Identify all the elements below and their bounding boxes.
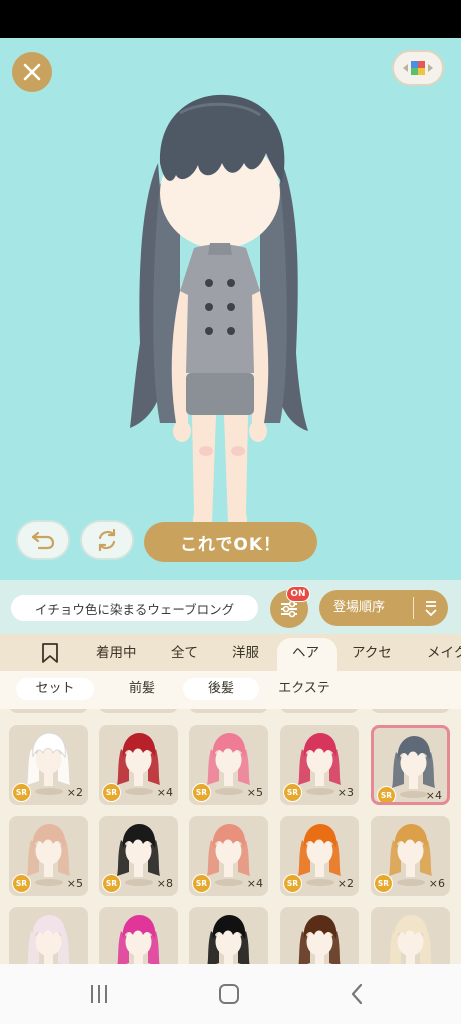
hair-preview-icon xyxy=(298,824,341,877)
avatar-stage: これでOK！ xyxy=(0,38,461,580)
hair-item-card[interactable]: SR ×4 xyxy=(99,725,178,805)
hair-item-card[interactable]: SR ×2 xyxy=(9,725,88,805)
hair-item-card[interactable]: SR ×4 xyxy=(189,816,268,896)
item-count: ×4 xyxy=(246,877,263,890)
hair-item-card[interactable] xyxy=(280,907,359,964)
subtab-extensions[interactable]: エクステ xyxy=(268,678,340,700)
hair-preview-icon xyxy=(117,915,160,964)
hair-item-card[interactable] xyxy=(99,907,178,964)
tab-clothes[interactable]: 洋服 xyxy=(232,634,259,671)
system-nav-bar xyxy=(0,964,461,1024)
item-card-partial[interactable] xyxy=(9,709,88,713)
item-card-partial[interactable] xyxy=(371,709,450,713)
tab-accessories[interactable]: アクセ xyxy=(352,634,392,671)
close-icon xyxy=(23,63,41,81)
tab-wearing[interactable]: 着用中 xyxy=(96,634,137,671)
item-card-partial[interactable] xyxy=(189,709,268,713)
hair-preview-icon xyxy=(389,824,432,877)
hair-item-card[interactable]: SR ×6 xyxy=(371,816,450,896)
subtab-back-hair[interactable]: 後髪 xyxy=(183,678,259,700)
rarity-badge: SR xyxy=(192,783,211,802)
hair-item-card[interactable]: SR ×4 xyxy=(371,725,450,805)
rarity-badge: SR xyxy=(192,874,211,893)
rarity-badge: SR xyxy=(283,874,302,893)
hair-preview-icon xyxy=(389,915,432,964)
tab-makeup[interactable]: メイク xyxy=(427,634,461,671)
selected-item-name: イチョウ色に染まるウェーブロング xyxy=(11,595,258,621)
filter-on-badge: ON xyxy=(286,586,310,602)
rarity-badge: SR xyxy=(12,874,31,893)
rotate-button[interactable] xyxy=(80,520,134,560)
item-count: ×4 xyxy=(425,789,442,802)
rarity-badge: SR xyxy=(102,783,121,802)
tab-hair[interactable]: ヘア xyxy=(292,634,319,671)
back-icon[interactable] xyxy=(346,982,370,1006)
item-count: ×2 xyxy=(66,786,83,799)
hair-preview-icon xyxy=(27,915,70,964)
rarity-badge: SR xyxy=(377,786,396,802)
hair-preview-icon xyxy=(207,733,250,786)
item-card-partial[interactable] xyxy=(99,709,178,713)
rotate-arrows-icon xyxy=(98,528,116,552)
tab-all[interactable]: 全て xyxy=(171,634,198,671)
confirm-ok-button[interactable]: これでOK！ xyxy=(144,522,317,562)
item-count: ×4 xyxy=(156,786,173,799)
hair-preview-icon xyxy=(207,915,250,964)
hair-item-card[interactable]: SR ×2 xyxy=(280,816,359,896)
undo-arrow-icon xyxy=(31,531,55,550)
rarity-badge: SR xyxy=(374,874,393,893)
color-menu-button[interactable] xyxy=(392,50,444,86)
status-bar xyxy=(0,0,461,38)
item-grid: SR ×2 SR ×4 SR ×5 SR ×3 SR ×4 SR ×5 SR ×8 SR ×4 SR ×2 SR ×6 xyxy=(0,709,461,964)
color-blocks-icon xyxy=(403,61,433,75)
hair-item-card[interactable]: SR ×5 xyxy=(9,816,88,896)
subtab-bangs[interactable]: 前髪 xyxy=(104,678,180,700)
item-count: ×3 xyxy=(337,786,354,799)
item-count: ×5 xyxy=(66,877,83,890)
sort-label: 登場順序 xyxy=(333,600,386,615)
sort-button[interactable]: 登場順序 xyxy=(319,590,448,626)
item-count: ×6 xyxy=(428,877,445,890)
hair-preview-icon xyxy=(298,915,341,964)
hair-preview-icon xyxy=(27,732,70,786)
sort-divider xyxy=(413,597,414,619)
hair-preview-icon xyxy=(392,736,435,789)
item-card-partial[interactable] xyxy=(280,709,359,713)
hair-preview-icon xyxy=(27,824,70,877)
home-icon[interactable] xyxy=(217,982,241,1006)
hair-preview-icon xyxy=(207,824,250,877)
subtab-set[interactable]: セット xyxy=(16,678,94,700)
hair-item-card[interactable]: SR ×3 xyxy=(280,725,359,805)
hair-preview-icon xyxy=(298,733,341,786)
hair-item-card[interactable]: SR ×5 xyxy=(189,725,268,805)
filter-bar: イチョウ色に染まるウェーブロング ON 登場順序 xyxy=(0,580,461,634)
category-tabs: 着用中 全て 洋服 ヘア アクセ メイク xyxy=(0,634,461,671)
undo-button[interactable] xyxy=(16,520,70,560)
item-count: ×8 xyxy=(156,877,173,890)
bookmark-icon[interactable] xyxy=(40,642,60,664)
item-count: ×5 xyxy=(246,786,263,799)
hair-item-card[interactable]: SR ×8 xyxy=(99,816,178,896)
hair-item-card[interactable] xyxy=(9,907,88,964)
avatar-character xyxy=(130,94,308,555)
close-button[interactable] xyxy=(12,52,52,92)
hair-preview-icon xyxy=(117,733,160,786)
hair-item-card[interactable] xyxy=(371,907,450,964)
rarity-badge: SR xyxy=(102,874,121,893)
hair-preview-icon xyxy=(117,824,160,877)
rarity-badge: SR xyxy=(283,783,302,802)
sort-order-icon[interactable] xyxy=(421,598,441,618)
recent-apps-icon[interactable] xyxy=(87,982,111,1006)
hair-subtabs: セット 前髪 後髪 エクステ xyxy=(0,671,461,709)
rarity-badge: SR xyxy=(12,783,31,802)
hair-item-card[interactable] xyxy=(189,907,268,964)
item-count: ×2 xyxy=(337,877,354,890)
